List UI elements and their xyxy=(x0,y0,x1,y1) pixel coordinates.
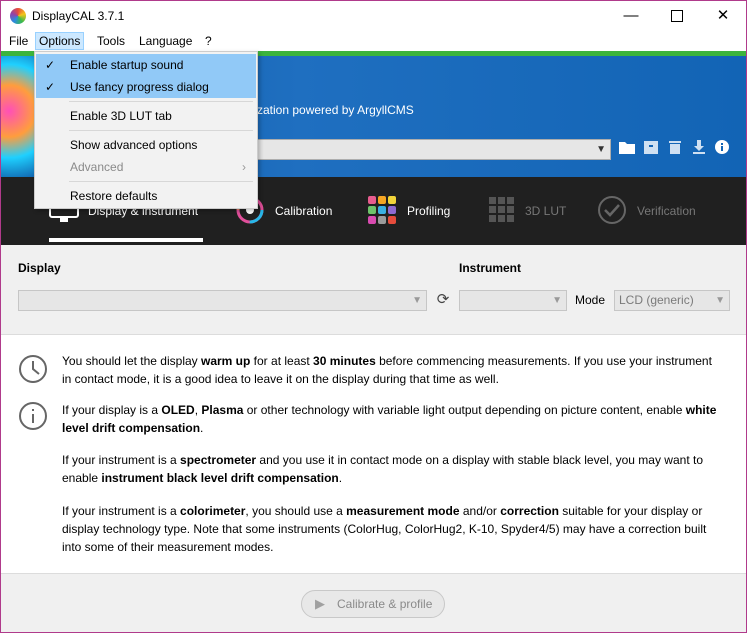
play-icon: ▶ xyxy=(315,596,325,611)
calibrate-profile-button[interactable]: ▶ Calibrate & profile xyxy=(301,590,445,618)
menu-bar: File Options Tools Language ? xyxy=(1,31,746,51)
profiling-icon xyxy=(368,196,396,224)
menu-item-label: Enable 3D LUT tab xyxy=(70,109,172,123)
chevron-down-icon: ▼ xyxy=(715,295,725,306)
menu-language[interactable]: Language xyxy=(136,33,195,49)
menu-file[interactable]: File xyxy=(6,33,31,49)
tab-profiling[interactable]: Profiling xyxy=(367,177,462,245)
menu-tools[interactable]: Tools xyxy=(94,33,128,49)
warmup-paragraph: You should let the display warm up for a… xyxy=(62,354,712,386)
minimize-button[interactable]: — xyxy=(608,1,654,31)
menu-item-3d-lut-tab[interactable]: Enable 3D LUT tab xyxy=(36,105,256,127)
tab-label: 3D LUT xyxy=(525,204,567,218)
clock-icon xyxy=(19,355,47,383)
menu-item-startup-sound[interactable]: ✓ Enable startup sound xyxy=(36,54,256,76)
menu-item-advanced-options[interactable]: Show advanced options xyxy=(36,134,256,156)
tab-label: Calibration xyxy=(275,204,333,218)
bottom-bar: ▶ Calibrate & profile xyxy=(1,573,746,632)
title-bar: DisplayCAL 3.7.1 — ✕ xyxy=(1,1,746,31)
tab-3d-lut[interactable]: 3D LUT xyxy=(487,177,577,245)
options-menu: ✓ Enable startup sound ✓ Use fancy progr… xyxy=(34,51,258,209)
close-icon: ✕ xyxy=(716,7,730,24)
banner-tagline: zation powered by ArgyllCMS xyxy=(257,103,414,117)
tab-verification[interactable]: Verification xyxy=(597,177,707,245)
close-button[interactable]: ✕ xyxy=(700,1,746,31)
minimize-icon: — xyxy=(623,7,639,24)
display-instrument-settings: Display Instrument ▼ ⟳ ▼ Mode LCD (gener… xyxy=(1,245,746,334)
menu-item-fancy-progress[interactable]: ✓ Use fancy progress dialog xyxy=(36,76,256,98)
maximize-button[interactable] xyxy=(654,1,700,31)
tab-label: Profiling xyxy=(407,204,451,218)
settings-profile-select[interactable]: ▼ xyxy=(257,139,611,160)
menu-item-advanced[interactable]: Advanced › xyxy=(36,156,256,178)
active-tab-indicator xyxy=(49,238,203,242)
3dlut-icon xyxy=(489,197,514,222)
menu-options[interactable]: Options xyxy=(35,32,85,50)
info-icon[interactable] xyxy=(713,140,731,158)
download-icon[interactable] xyxy=(690,140,708,158)
spectrometer-paragraph: If your instrument is a spectrometer and… xyxy=(62,453,703,485)
chevron-down-icon: ▼ xyxy=(412,295,422,306)
mode-select[interactable]: LCD (generic) ▼ xyxy=(614,290,730,311)
menu-separator xyxy=(69,101,253,102)
menu-separator xyxy=(69,130,253,131)
app-logo-icon xyxy=(10,8,26,24)
info-circle-icon xyxy=(19,402,47,430)
checkmark-icon: ✓ xyxy=(44,58,56,72)
refresh-icon[interactable]: ⟳ xyxy=(434,291,452,309)
folder-icon[interactable] xyxy=(618,140,636,158)
verification-icon xyxy=(598,196,626,224)
drift-paragraph: If your display is a OLED, Plasma or oth… xyxy=(62,403,717,435)
checkmark-icon: ✓ xyxy=(44,80,56,94)
menu-item-label: Restore defaults xyxy=(70,189,158,203)
app-window: DisplayCAL 3.7.1 — ✕ File Options Tools … xyxy=(0,0,747,633)
instrument-select[interactable]: ▼ xyxy=(459,290,567,311)
info-panel: You should let the display warm up for a… xyxy=(1,334,746,574)
menu-item-label: Show advanced options xyxy=(70,138,198,152)
tab-label: Verification xyxy=(637,204,696,218)
mode-label: Mode xyxy=(575,293,606,307)
maximize-icon xyxy=(671,10,683,23)
display-select[interactable]: ▼ xyxy=(18,290,427,311)
chevron-down-icon: ▼ xyxy=(552,295,562,306)
window-title: DisplayCAL 3.7.1 xyxy=(32,9,125,23)
chevron-down-icon: ▼ xyxy=(596,144,606,155)
colorimeter-paragraph: If your instrument is a colorimeter, you… xyxy=(62,504,707,554)
mode-select-value: LCD (generic) xyxy=(619,293,694,307)
trash-icon[interactable] xyxy=(666,140,684,158)
menu-separator xyxy=(69,181,253,182)
menu-item-label: Enable startup sound xyxy=(70,58,184,72)
menu-item-label: Use fancy progress dialog xyxy=(70,80,209,94)
menu-help[interactable]: ? xyxy=(202,33,215,49)
calibrate-profile-label: Calibrate & profile xyxy=(337,597,433,611)
menu-item-label: Advanced xyxy=(70,160,124,174)
chevron-right-icon: › xyxy=(242,160,246,174)
display-label: Display xyxy=(18,261,61,275)
menu-item-restore-defaults[interactable]: Restore defaults xyxy=(36,185,256,207)
instrument-label: Instrument xyxy=(459,261,522,275)
archive-icon[interactable] xyxy=(642,140,660,158)
